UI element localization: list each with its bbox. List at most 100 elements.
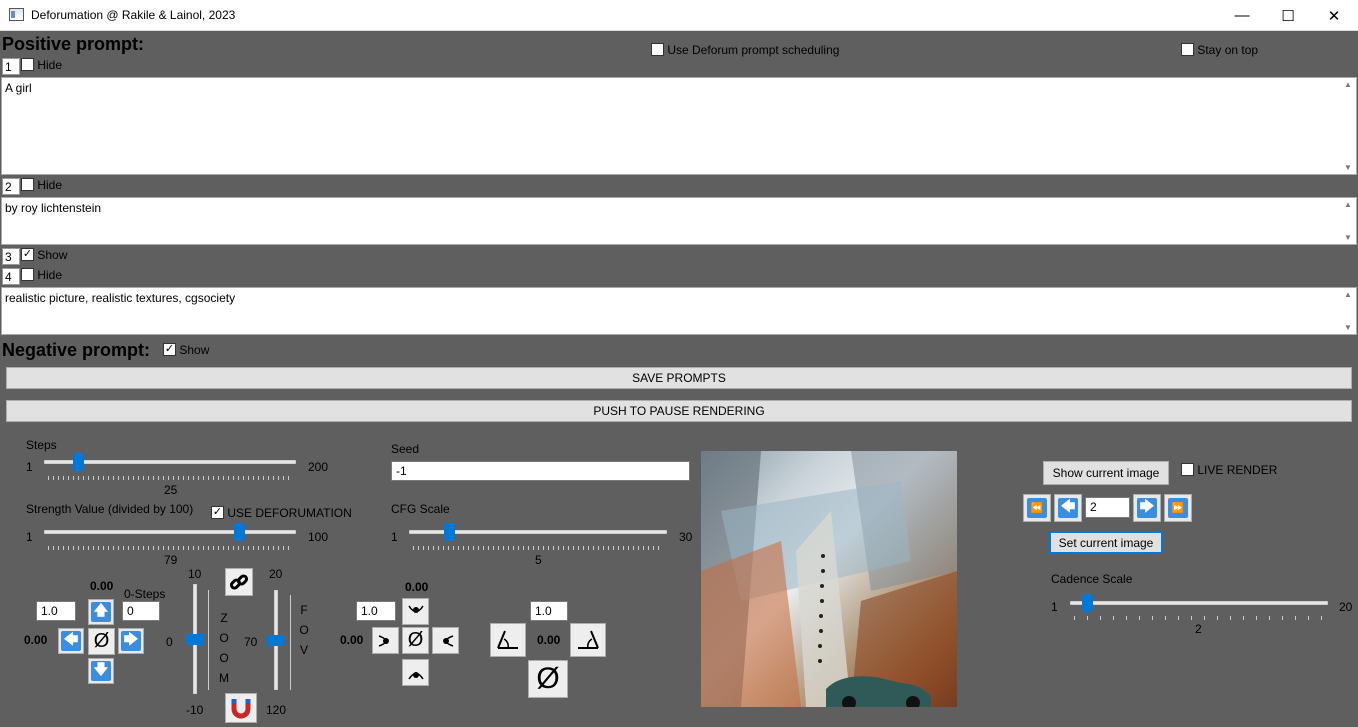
tilt-right-button[interactable] — [570, 623, 606, 657]
zoom-min: -10 — [186, 703, 204, 717]
zero-steps-input[interactable]: 0 — [122, 601, 160, 621]
rotate-down-button[interactable] — [402, 659, 429, 686]
scroll-down-icon[interactable]: ▼ — [1344, 233, 1352, 242]
prompt-2-textarea[interactable]: by roy lichtenstein ▲ ▼ — [1, 197, 1357, 245]
rotate-step-input[interactable]: 1.0 — [356, 601, 396, 621]
prompt-1-toggle-label: Hide — [37, 57, 63, 72]
arrow-left-icon: 🡄 — [1058, 498, 1078, 518]
next-frame-button[interactable]: 🡆 — [1133, 494, 1161, 522]
prompt-3-toggle[interactable]: ✓ Show — [21, 247, 67, 262]
steps-value: 25 — [164, 483, 178, 497]
rewind-icon: ⏪ — [1027, 498, 1047, 518]
prompt-2-toggle-box[interactable] — [21, 178, 34, 192]
negative-prompt-toggle[interactable]: ✓ Show — [163, 342, 209, 357]
scroll-down-icon[interactable]: ▼ — [1344, 163, 1352, 172]
negative-toggle-box[interactable]: ✓ — [163, 343, 176, 357]
use-deforumation-label: USE DEFORUMATION — [227, 505, 352, 520]
zoom-mid: 0 — [166, 635, 173, 649]
use-scheduling-checkbox[interactable]: Use Deforum prompt scheduling — [651, 42, 839, 57]
prompt-4-text: realistic picture, realistic textures, c… — [5, 291, 236, 305]
pause-rendering-button[interactable]: PUSH TO PAUSE RENDERING — [6, 400, 1352, 422]
prompt-2-number: 2 — [2, 178, 20, 195]
prompt-1-textarea[interactable]: A girl ▲ ▼ — [1, 77, 1357, 175]
use-deforumation-box[interactable]: ✓ — [211, 506, 224, 520]
pan-down-button[interactable]: 🡇 — [88, 658, 114, 684]
cfg-slider-thumb[interactable] — [443, 523, 455, 541]
rotate-right-button[interactable] — [432, 627, 459, 654]
zoom-slider[interactable] — [185, 584, 205, 694]
stay-on-top-box[interactable] — [1181, 43, 1194, 57]
prompt-4-toggle-box[interactable] — [21, 268, 34, 282]
maximize-button[interactable]: ☐ — [1265, 0, 1311, 31]
magnet-icon — [231, 699, 251, 719]
frame-number-input[interactable]: 2 — [1085, 497, 1130, 518]
prompt-3-toggle-box[interactable]: ✓ — [21, 248, 34, 262]
cadence-value: 2 — [1195, 622, 1202, 636]
strength-value: 79 — [164, 553, 178, 567]
prompt-4-textarea[interactable]: realistic picture, realistic textures, c… — [1, 287, 1357, 335]
tilt-reset-button[interactable]: Ø — [528, 660, 568, 698]
zoom-slider-thumb[interactable] — [186, 633, 204, 645]
rotate-up-button[interactable] — [402, 598, 429, 625]
fov-max: 20 — [269, 567, 283, 581]
show-current-image-button[interactable]: Show current image — [1043, 461, 1169, 485]
pan-right-button[interactable]: 🡆 — [118, 628, 144, 654]
close-button[interactable]: ✕ — [1311, 0, 1357, 31]
cadence-slider-thumb[interactable] — [1082, 594, 1094, 612]
strength-slider[interactable] — [44, 522, 296, 550]
fov-slider[interactable] — [266, 590, 286, 690]
steps-slider-thumb[interactable] — [72, 453, 84, 471]
scroll-up-icon[interactable]: ▲ — [1344, 290, 1352, 299]
zero-steps-label: 0-Steps — [124, 587, 166, 601]
tilt-right-icon — [578, 630, 599, 649]
negative-toggle-label: Show — [179, 342, 210, 357]
prev-frame-button[interactable]: 🡄 — [1054, 494, 1082, 522]
stay-on-top-checkbox[interactable]: Stay on top — [1181, 42, 1258, 57]
rotate-left-button[interactable] — [372, 627, 399, 654]
arrow-down-icon: 🡇 — [91, 661, 111, 681]
magnet-button[interactable] — [225, 693, 257, 723]
prompt-1-scrollbar[interactable]: ▲ ▼ — [1342, 78, 1356, 174]
prompt-4-toggle[interactable]: Hide — [21, 267, 62, 282]
tilt-left-button[interactable] — [490, 623, 526, 657]
prompt-2-scrollbar[interactable]: ▲ ▼ — [1342, 198, 1356, 244]
pan-up-button[interactable]: 🡅 — [88, 599, 114, 625]
tilt-step-input[interactable]: 1.0 — [530, 601, 568, 621]
prompt-1-toggle-box[interactable] — [21, 58, 34, 72]
cadence-slider[interactable] — [1070, 594, 1328, 622]
seed-label: Seed — [391, 442, 420, 456]
steps-slider[interactable] — [44, 452, 296, 480]
save-prompts-button[interactable]: SAVE PROMPTS — [6, 367, 1352, 389]
seed-input[interactable]: -1 — [391, 461, 690, 481]
set-current-image-button[interactable]: Set current image — [1049, 531, 1163, 554]
minimize-button[interactable]: — — [1219, 0, 1265, 31]
pan-left-button[interactable]: 🡄 — [58, 628, 84, 654]
prompt-4-scrollbar[interactable]: ▲ ▼ — [1342, 288, 1356, 334]
rotate-reset-button[interactable]: Ø — [402, 627, 429, 654]
pan-step-input[interactable]: 1.0 — [36, 601, 76, 621]
prompt-2-toggle[interactable]: Hide — [21, 177, 62, 192]
strength-slider-thumb[interactable] — [234, 523, 246, 541]
use-scheduling-box[interactable] — [651, 43, 664, 57]
scroll-up-icon[interactable]: ▲ — [1344, 200, 1352, 209]
cfg-slider[interactable] — [409, 522, 667, 550]
live-render-box[interactable] — [1181, 463, 1194, 477]
scroll-up-icon[interactable]: ▲ — [1344, 80, 1352, 89]
prompt-1-toggle[interactable]: Hide — [21, 57, 62, 72]
link-button[interactable] — [225, 568, 253, 596]
title-bar: Deforumation @ Rakile & Lainol, 2023 — ☐… — [0, 0, 1358, 31]
cadence-label: Cadence Scale — [1051, 572, 1133, 586]
eye-left-icon — [378, 634, 389, 647]
arrow-right-icon: 🡆 — [1137, 498, 1157, 518]
scroll-down-icon[interactable]: ▼ — [1344, 323, 1352, 332]
first-frame-button[interactable]: ⏪ — [1023, 494, 1051, 522]
pan-reset-button[interactable]: Ø — [88, 628, 115, 655]
strength-min: 1 — [26, 530, 33, 544]
fov-slider-thumb[interactable] — [267, 634, 285, 646]
arrow-left-icon: 🡄 — [61, 631, 81, 651]
rotate-vertical-value: 0.00 — [405, 580, 429, 594]
last-frame-button[interactable]: ⏩ — [1164, 494, 1192, 522]
use-deforumation-checkbox[interactable]: ✓ USE DEFORUMATION — [211, 505, 352, 520]
live-render-checkbox[interactable]: LIVE RENDER — [1181, 462, 1277, 477]
zoom-max: 10 — [188, 567, 202, 581]
